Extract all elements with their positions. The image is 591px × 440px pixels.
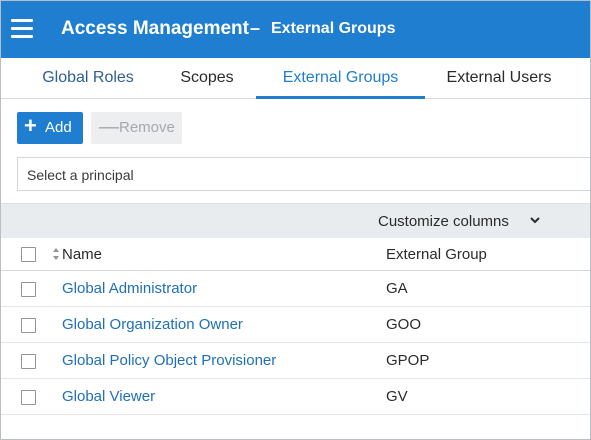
customize-columns-bar: Customize columns [1,203,590,238]
app-window: Access Management – External Groups Glob… [0,0,591,440]
title-separator: – [250,18,261,38]
table-row: Global Policy Object Provisioner GPOP [1,343,590,379]
customize-columns-button[interactable]: Customize columns [378,213,509,230]
table-row: Global Viewer GV [1,379,590,415]
role-name-link[interactable]: Global Policy Object Provisioner [62,352,276,369]
table-row: Global Administrator GA [1,271,590,307]
tab-external-groups[interactable]: External Groups [256,58,425,99]
table-row: Global Organization Owner GOO [1,307,590,343]
page-title: External Groups [271,20,396,37]
remove-button-label: Remove [119,119,175,136]
chevron-down-icon[interactable] [529,214,541,226]
row-checkbox[interactable] [21,390,36,405]
external-group-cell: GV [386,388,408,405]
app-title: Access Management [61,18,249,39]
row-checkbox[interactable] [21,318,36,333]
table-header-row: Name External Group [1,238,590,271]
external-group-cell: GA [386,280,408,297]
row-checkbox[interactable] [21,354,36,369]
tab-external-users[interactable]: External Users [431,58,567,99]
external-group-cell: GPOP [386,352,430,369]
remove-button[interactable]: — Remove [91,112,182,144]
role-name-link[interactable]: Global Organization Owner [62,316,243,333]
hamburger-menu-icon[interactable] [11,19,33,39]
column-header-name[interactable]: Name [62,246,102,263]
minus-icon: — [99,116,119,138]
add-button[interactable]: + Add [17,112,83,144]
tab-bar: Global Roles Scopes External Groups Exte… [1,58,590,99]
tab-scopes[interactable]: Scopes [161,58,253,99]
add-button-label: Add [45,119,72,136]
role-name-link[interactable]: Global Viewer [62,388,155,405]
top-bar: Access Management – External Groups [1,1,590,58]
external-group-cell: GOO [386,316,422,333]
tab-global-roles[interactable]: Global Roles [21,58,155,99]
principal-select-input[interactable]: Select a principal [17,157,590,191]
sort-icon[interactable] [52,247,60,261]
role-name-link[interactable]: Global Administrator [62,280,197,297]
plus-icon: + [24,113,37,138]
column-header-external-group: External Group [386,246,487,263]
select-all-checkbox[interactable] [21,247,36,262]
row-checkbox[interactable] [21,282,36,297]
